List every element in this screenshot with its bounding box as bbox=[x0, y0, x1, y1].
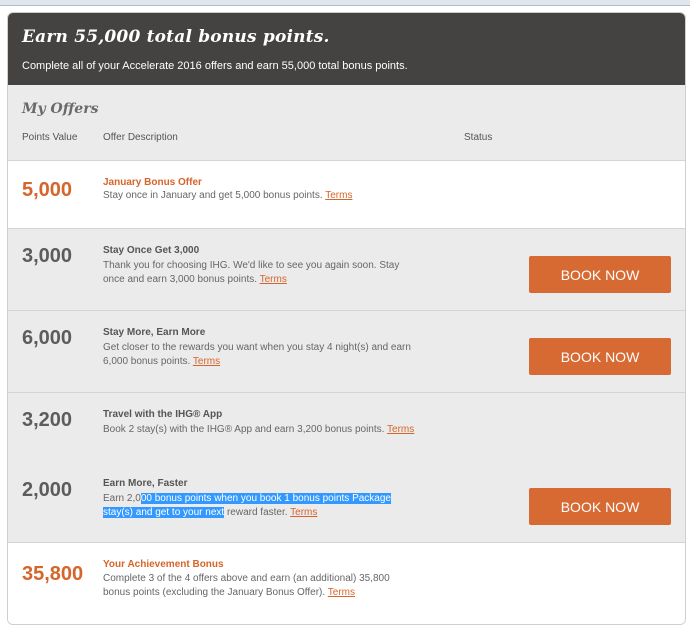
offer-title: Earn More, Faster bbox=[103, 478, 188, 489]
offer-row-stay-once: 3,000 Stay Once Get 3,000 Thank you for … bbox=[8, 229, 685, 311]
offer-description-text: Book 2 stay(s) with the IHG® App and ear… bbox=[103, 424, 385, 435]
offer-title: January Bonus Offer bbox=[103, 177, 202, 188]
offer-row-stay-more: 6,000 Stay More, Earn More Get closer to… bbox=[8, 311, 685, 393]
header-title: Earn 55,000 total bonus points. bbox=[22, 27, 330, 47]
offer-description: Get closer to the rewards you want when … bbox=[103, 341, 423, 369]
offer-description-text: Stay once in January and get 5,000 bonus… bbox=[103, 190, 323, 201]
column-header-points: Points Value bbox=[22, 132, 78, 143]
offer-title: Stay Once Get 3,000 bbox=[103, 245, 200, 256]
offer-points: 3,000 bbox=[22, 245, 73, 267]
header-subtitle: Complete all of your Accelerate 2016 off… bbox=[22, 60, 408, 72]
offer-row-group: 3,200 Travel with the IHG® App Book 2 st… bbox=[8, 393, 685, 543]
browser-top-border bbox=[0, 0, 690, 6]
offer-description: Stay once in January and get 5,000 bonus… bbox=[103, 189, 423, 203]
offer-description-text: reward faster. bbox=[224, 507, 288, 518]
my-offers-section-header: My Offers Points Value Offer Description… bbox=[8, 85, 685, 161]
offer-description-text: Thank you for choosing IHG. We'd like to… bbox=[103, 260, 400, 285]
offer-points: 3,200 bbox=[22, 409, 73, 431]
terms-link[interactable]: Terms bbox=[328, 587, 355, 598]
terms-link[interactable]: Terms bbox=[260, 274, 287, 285]
offer-points: 35,800 bbox=[22, 563, 84, 585]
offer-description: Earn 2,000 bonus points when you book 1 … bbox=[103, 492, 413, 520]
offer-title: Your Achievement Bonus bbox=[103, 559, 224, 570]
column-header-status: Status bbox=[464, 132, 493, 143]
book-now-button[interactable]: BOOK NOW bbox=[529, 338, 671, 375]
offer-points: 6,000 bbox=[22, 327, 73, 349]
column-header-description: Offer Description bbox=[103, 132, 178, 143]
terms-link[interactable]: Terms bbox=[325, 190, 352, 201]
terms-link[interactable]: Terms bbox=[290, 507, 317, 518]
offer-title: Stay More, Earn More bbox=[103, 327, 206, 338]
offer-description: Book 2 stay(s) with the IHG® App and ear… bbox=[103, 423, 523, 437]
offers-header: Earn 55,000 total bonus points. Complete… bbox=[8, 13, 685, 85]
offer-description-text: Earn 2,0 bbox=[103, 493, 141, 504]
offer-description: Complete 3 of the 4 offers above and ear… bbox=[103, 572, 413, 600]
book-now-button[interactable]: BOOK NOW bbox=[529, 488, 671, 525]
terms-link[interactable]: Terms bbox=[387, 424, 414, 435]
offer-points: 2,000 bbox=[22, 479, 73, 501]
offer-description-text: Get closer to the rewards you want when … bbox=[103, 342, 411, 367]
offer-description: Thank you for choosing IHG. We'd like to… bbox=[103, 259, 423, 287]
terms-link[interactable]: Terms bbox=[193, 356, 220, 367]
offer-title: Travel with the IHG® App bbox=[103, 409, 223, 420]
offer-row-january: 5,000 January Bonus Offer Stay once in J… bbox=[8, 161, 685, 229]
my-offers-title: My Offers bbox=[22, 101, 99, 117]
offers-card: Earn 55,000 total bonus points. Complete… bbox=[7, 12, 686, 625]
offer-row-achievement: 35,800 Your Achievement Bonus Complete 3… bbox=[8, 543, 685, 624]
book-now-button[interactable]: BOOK NOW bbox=[529, 256, 671, 293]
offer-points: 5,000 bbox=[22, 179, 73, 201]
